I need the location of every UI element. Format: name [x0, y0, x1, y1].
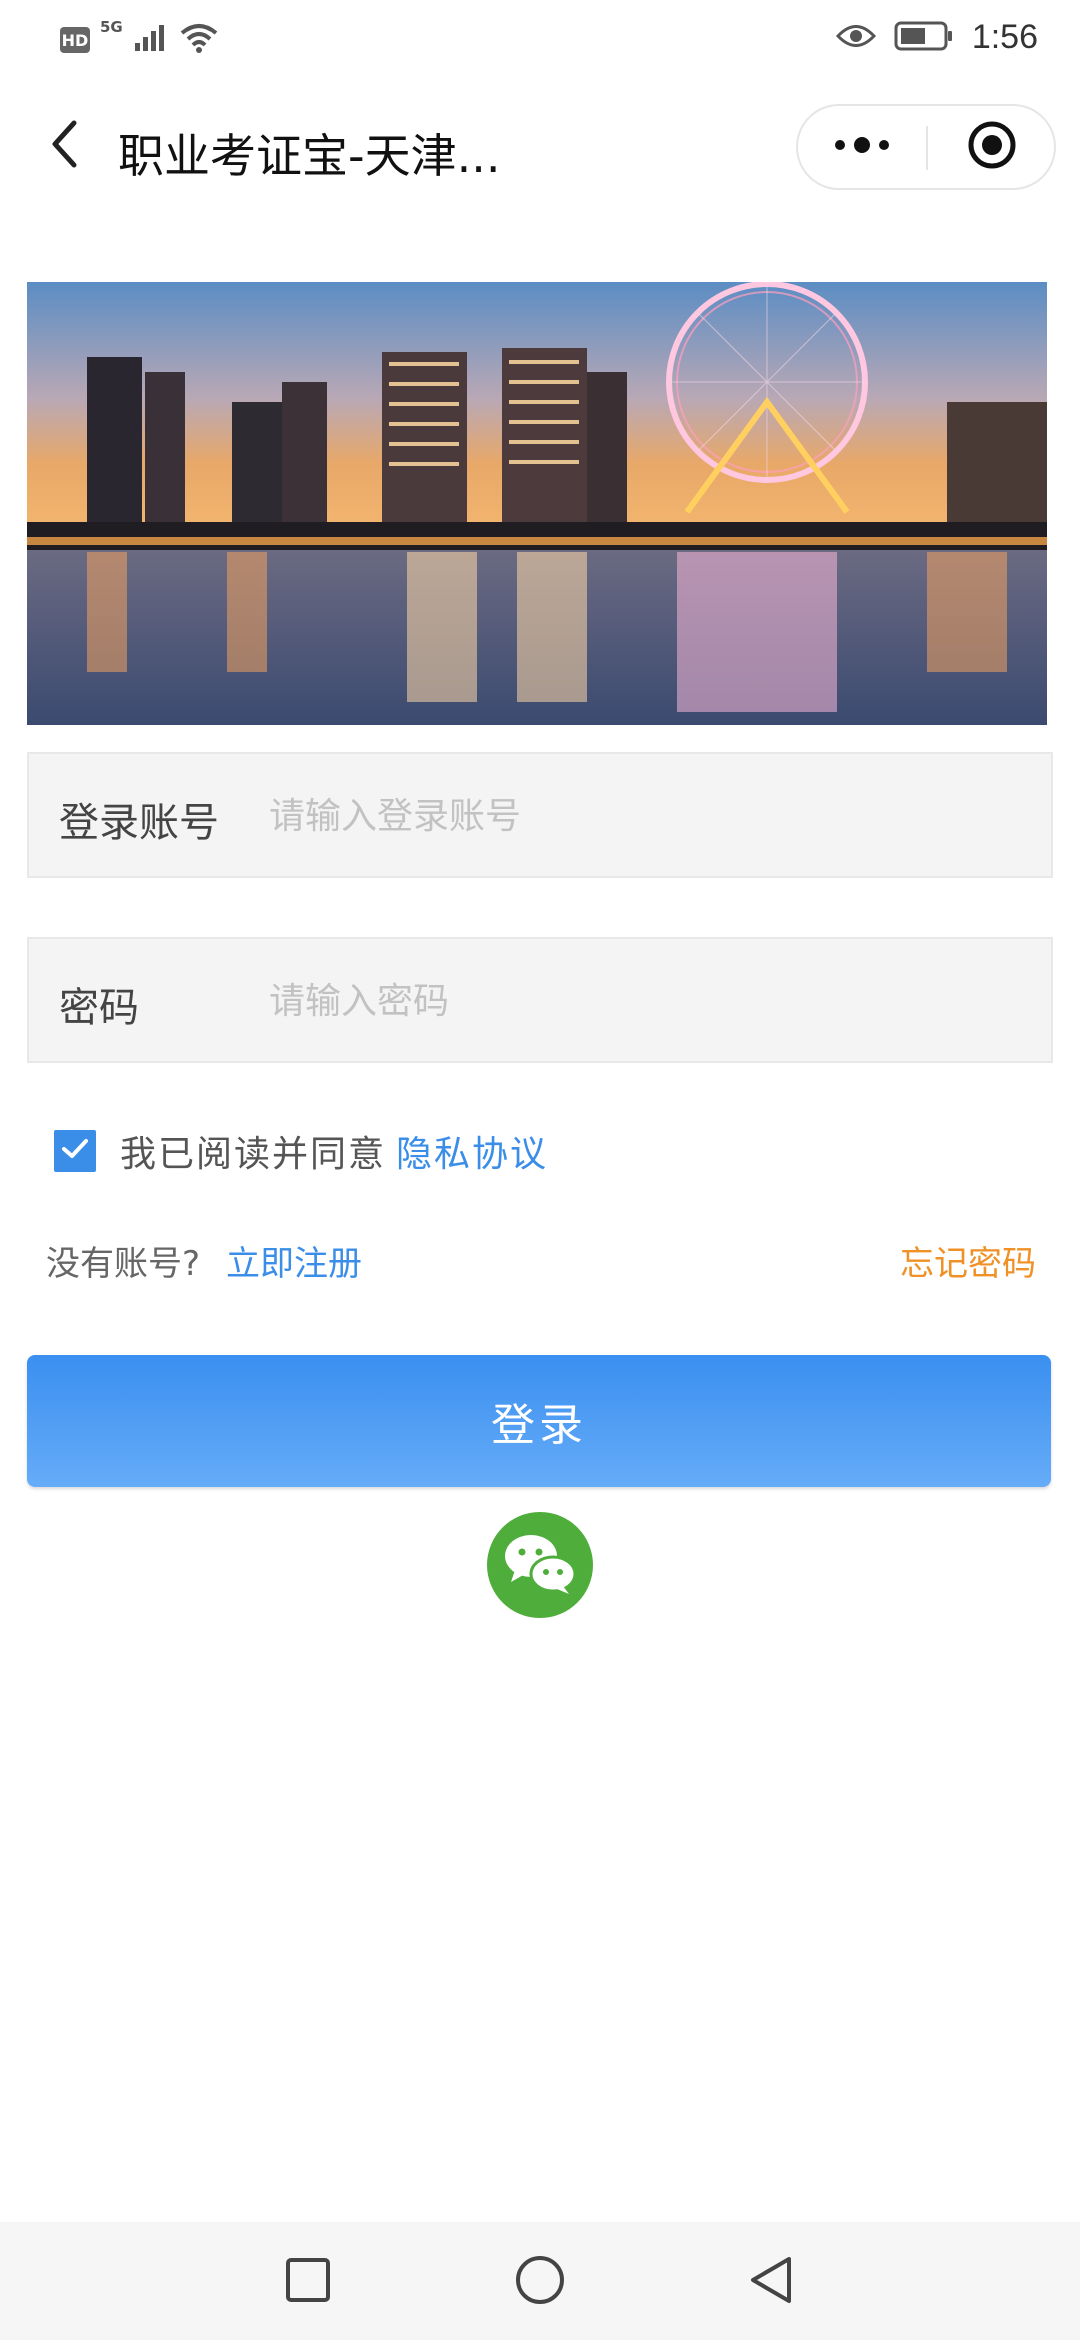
tianjin-eye-cityscape — [27, 282, 1047, 725]
login-page: HD 5G 1:56 职业考证宝-天津... 登录账号 请输入登录账号 密码 我… — [0, 0, 1080, 2340]
register-link[interactable]: 立即注册 — [226, 1236, 362, 1285]
nav-bar: 职业考证宝-天津... — [0, 100, 1080, 192]
status-left: HD 5G — [60, 18, 219, 58]
agreement-checkbox[interactable] — [54, 1130, 96, 1172]
account-field: 登录账号 — [27, 752, 1053, 878]
account-label: 登录账号 — [59, 800, 219, 846]
back-nav-button[interactable] — [742, 2252, 802, 2312]
signal-icon — [133, 23, 169, 57]
privacy-policy-link[interactable]: 隐私协议 — [396, 1125, 548, 1177]
more-button[interactable] — [798, 106, 926, 188]
status-right: 1:56 — [835, 18, 1038, 57]
check-icon — [61, 1138, 89, 1164]
circle-icon — [514, 2254, 566, 2310]
square-icon — [284, 2256, 332, 2308]
login-button[interactable]: 登录 — [27, 1355, 1051, 1487]
password-label: 密码 — [59, 985, 139, 1031]
wechat-login-button[interactable] — [487, 1512, 593, 1618]
eye-icon — [835, 21, 876, 55]
close-button[interactable] — [928, 106, 1056, 188]
triangle-back-icon — [747, 2254, 797, 2310]
more-dots-icon — [832, 135, 892, 159]
home-button[interactable] — [510, 2252, 570, 2312]
password-input[interactable] — [269, 959, 1029, 1043]
mini-program-capsule — [796, 104, 1056, 190]
network-type: 5G — [100, 18, 123, 36]
chevron-left-icon — [49, 119, 79, 173]
clock: 1:56 — [971, 18, 1038, 56]
agreement-text: 我已阅读并同意 — [120, 1134, 387, 1175]
no-account-text: 没有账号? — [46, 1244, 201, 1284]
forgot-password-link[interactable]: 忘记密码 — [900, 1236, 1036, 1285]
back-button[interactable] — [36, 118, 92, 174]
target-circle-icon — [966, 119, 1018, 175]
password-field: 密码 — [27, 937, 1053, 1063]
register-row: 没有账号? 立即注册 忘记密码 — [46, 1236, 1036, 1286]
page-title: 职业考证宝-天津... — [118, 129, 501, 183]
system-nav-bar — [0, 2222, 1080, 2340]
wechat-icon — [501, 1530, 579, 1600]
banner-image — [27, 282, 1047, 725]
battery-icon — [894, 20, 954, 56]
agreement-row: 我已阅读并同意 隐私协议 — [54, 1125, 548, 1177]
hd-badge: HD — [60, 27, 90, 53]
wifi-icon — [179, 22, 219, 58]
recent-apps-button[interactable] — [278, 2252, 338, 2312]
account-input[interactable] — [269, 774, 1029, 858]
status-bar: HD 5G 1:56 — [0, 0, 1080, 80]
